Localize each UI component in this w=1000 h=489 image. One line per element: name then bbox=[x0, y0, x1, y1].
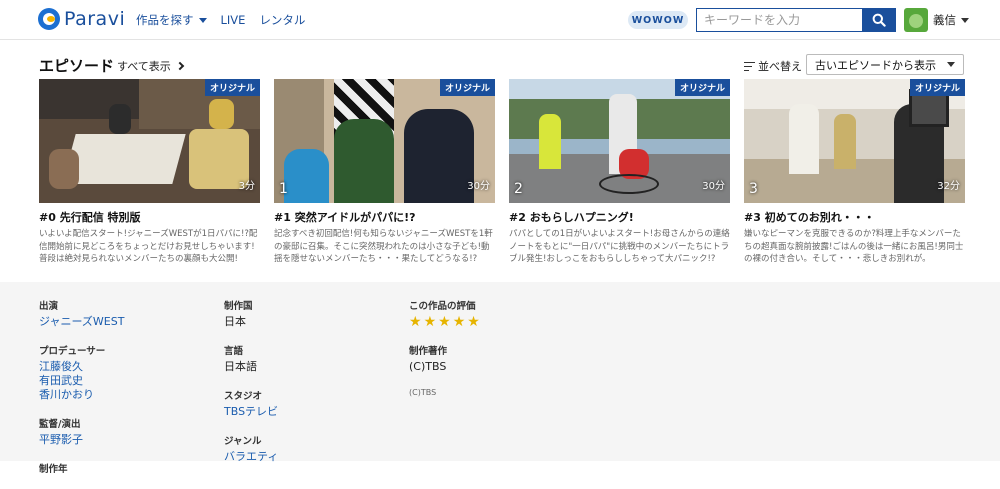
episode-thumbnail[interactable]: オリジナル 3 32分 bbox=[744, 79, 965, 203]
country-value: 日本 bbox=[224, 315, 246, 328]
producer-label: プロデューサー bbox=[39, 346, 106, 357]
director-label: 監督/演出 bbox=[39, 419, 81, 430]
nav-rental[interactable]: レンタル bbox=[259, 12, 305, 28]
episode-card[interactable]: オリジナル 3分 #0 先行配信 特別版 いよいよ配信スタート!ジャニーズWES… bbox=[39, 79, 260, 266]
copyright-footnote: (C)TBS bbox=[409, 388, 437, 397]
episode-duration: 30分 bbox=[467, 181, 490, 192]
episode-title[interactable]: #1 突然アイドルがパパに!? bbox=[274, 209, 495, 225]
chevron-right-icon bbox=[175, 61, 185, 71]
chevron-down-icon bbox=[961, 17, 969, 23]
episode-duration: 30分 bbox=[702, 181, 725, 192]
title-info-section: 出演 ジャニーズWEST プロデューサー 江藤俊久 有田武史 香川かおり 監督/… bbox=[0, 282, 1000, 475]
studio-link[interactable]: TBSテレビ bbox=[224, 405, 278, 419]
original-badge: オリジナル bbox=[204, 79, 260, 96]
info-column-2: 制作国 日本 言語 日本語 スタジオ TBSテレビ ジャンル バラエティ bbox=[224, 298, 278, 478]
nav-rental-label: レンタル bbox=[259, 13, 306, 27]
see-all-link[interactable]: すべて表示 bbox=[117, 58, 185, 74]
rating-label: この作品の評価 bbox=[409, 301, 476, 312]
episode-description: いよいよ配信スタート!ジャニーズWESTが1日パパに!?配信開始前に見どころをち… bbox=[39, 229, 258, 264]
info-column-1: 出演 ジャニーズWEST プロデューサー 江藤俊久 有田武史 香川かおり 監督/… bbox=[39, 298, 124, 489]
top-header: Paravi 作品を探す LIVE レンタル WOWOW 義信 bbox=[0, 0, 1000, 40]
original-badge: オリジナル bbox=[439, 79, 495, 96]
star-icon: ★ bbox=[409, 314, 422, 330]
language-value: 日本語 bbox=[224, 360, 257, 373]
episode-card[interactable]: オリジナル 1 30分 #1 突然アイドルがパパに!? 記念すべき初回配信!何も… bbox=[274, 79, 495, 266]
sort-select[interactable]: 古いエピソードから表示 bbox=[806, 54, 964, 75]
sort-selected-value: 古いエピソードから表示 bbox=[815, 58, 936, 72]
user-name: 義信 bbox=[933, 13, 956, 27]
episode-duration: 32分 bbox=[937, 181, 960, 192]
genre-link[interactable]: バラエティ bbox=[224, 450, 278, 464]
producer-link[interactable]: 香川かおり bbox=[39, 388, 124, 402]
episode-thumbnail[interactable]: オリジナル 3分 bbox=[39, 79, 260, 203]
info-column-3: この作品の評価 ★ ★ ★ ★ ★ 制作著作 (C)TBS (C)TBS bbox=[409, 298, 480, 411]
director-link[interactable]: 平野影子 bbox=[39, 433, 124, 447]
nav-live-label: LIVE bbox=[220, 13, 246, 27]
star-icon: ★ bbox=[423, 314, 437, 330]
copyright-label: 制作著作 bbox=[409, 346, 448, 357]
producer-link[interactable]: 有田武史 bbox=[39, 374, 124, 388]
user-menu[interactable]: 義信 bbox=[933, 12, 969, 28]
main-nav: 作品を探す LIVE レンタル bbox=[136, 12, 319, 28]
genre-label: ジャンル bbox=[224, 436, 262, 447]
search-icon bbox=[872, 13, 886, 27]
episode-overlay-number: 2 bbox=[514, 181, 523, 197]
episode-overlay-number: 1 bbox=[279, 181, 288, 197]
original-badge: オリジナル bbox=[674, 79, 730, 96]
episode-description: パパとしての1日がいよいよスタート!お母さんからの連絡ノートをもとに"一日パパ"… bbox=[509, 229, 730, 264]
episode-card[interactable]: オリジナル 2 30分 #2 おもらしハプニング! パパとしての1日がいよいよス… bbox=[509, 79, 730, 266]
sort-label-text: 並べ替え bbox=[758, 60, 802, 73]
search-button[interactable] bbox=[862, 8, 896, 32]
country-label: 制作国 bbox=[224, 301, 253, 312]
star-icon: ★ bbox=[438, 314, 451, 330]
rating-stars: ★ ★ ★ ★ ★ bbox=[409, 315, 480, 329]
producer-link[interactable]: 江藤俊久 bbox=[39, 360, 124, 374]
chevron-down-icon bbox=[947, 62, 955, 67]
episodes-title: エピソード bbox=[39, 57, 115, 75]
episode-thumbnail[interactable]: オリジナル 1 30分 bbox=[274, 79, 495, 203]
star-icon: ★ bbox=[452, 314, 466, 330]
cast-label: 出演 bbox=[39, 301, 59, 312]
episode-title[interactable]: #2 おもらしハプニング! bbox=[509, 209, 730, 225]
user-avatar[interactable] bbox=[904, 8, 928, 32]
sort-label: 並べ替え bbox=[744, 58, 802, 74]
episode-description: 記念すべき初回配信!何も知らないジャニーズWESTを1軒の豪邸に召集。そこに突然… bbox=[274, 229, 493, 264]
episode-title[interactable]: #0 先行配信 特別版 bbox=[39, 209, 260, 225]
studio-label: スタジオ bbox=[224, 391, 263, 402]
wowow-button[interactable]: WOWOW bbox=[628, 11, 688, 29]
cast-link[interactable]: ジャニーズWEST bbox=[39, 315, 124, 329]
episode-duration: 3分 bbox=[238, 181, 255, 192]
nav-live[interactable]: LIVE bbox=[221, 12, 246, 28]
logo-text: Paravi bbox=[64, 8, 126, 30]
episode-thumbnail[interactable]: オリジナル 2 30分 bbox=[509, 79, 730, 203]
nav-browse[interactable]: 作品を探す bbox=[136, 12, 207, 28]
language-label: 言語 bbox=[224, 346, 244, 357]
episode-description: 嫌いなピーマンを克服できるのか?料理上手なメンバーたちの超真面な腕前披露!ごはん… bbox=[744, 229, 964, 264]
nav-browse-label: 作品を探す bbox=[136, 13, 194, 27]
copyright-value: (C)TBS bbox=[409, 360, 447, 373]
sort-icon bbox=[744, 61, 755, 71]
see-all-label: すべて表示 bbox=[117, 60, 171, 73]
chevron-down-icon bbox=[198, 17, 207, 23]
episode-overlay-number: 3 bbox=[749, 181, 758, 197]
paravi-logo[interactable]: Paravi bbox=[38, 8, 125, 30]
episode-card[interactable]: オリジナル 3 32分 #3 初めてのお別れ・・・ 嫌いなピーマンを克服できるの… bbox=[744, 79, 965, 266]
year-label: 制作年 bbox=[39, 464, 68, 475]
search-input[interactable] bbox=[696, 8, 862, 32]
original-badge: オリジナル bbox=[909, 79, 965, 96]
paravi-logo-icon bbox=[38, 8, 60, 30]
star-icon: ★ bbox=[467, 314, 480, 330]
episode-title[interactable]: #3 初めてのお別れ・・・ bbox=[744, 209, 965, 225]
